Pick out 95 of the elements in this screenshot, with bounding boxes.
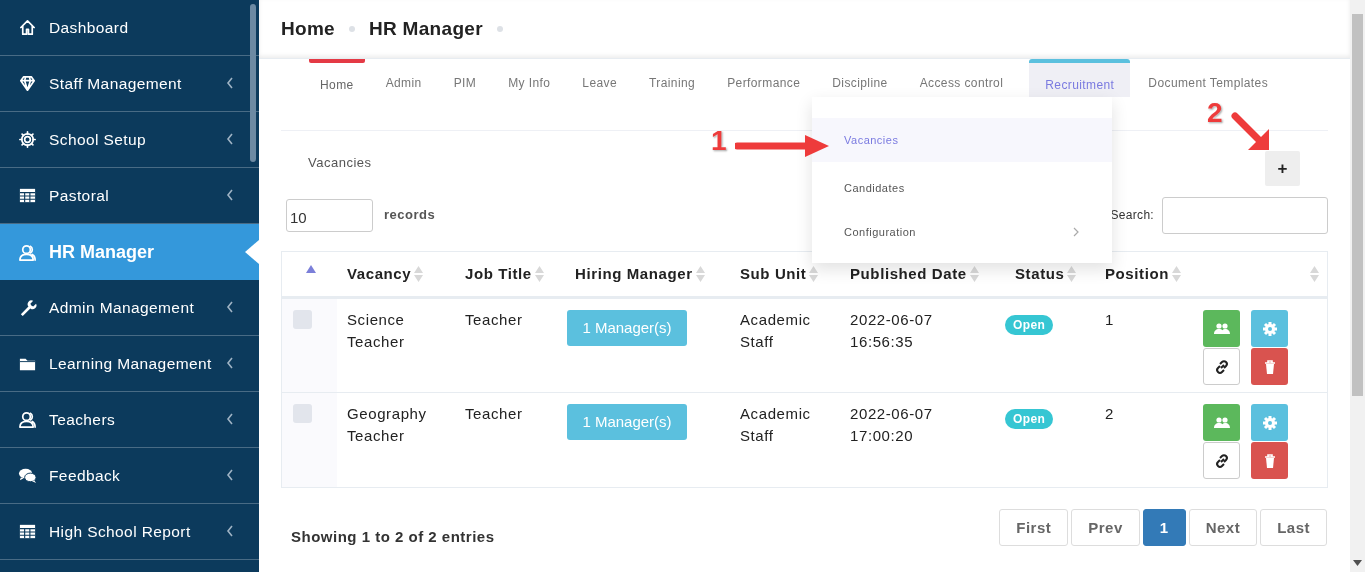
pagination-button[interactable]: 1: [1142, 509, 1186, 547]
search-label: Search:: [1110, 207, 1154, 224]
table-cell-text: 2022-06-07 16:56:35: [850, 310, 934, 352]
table-cell-text: Teacher: [465, 310, 524, 330]
row-checkbox[interactable]: [293, 404, 312, 423]
nav-tab[interactable]: Home: [304, 59, 370, 97]
table-cell-text: 2: [1105, 404, 1115, 424]
sort-icon[interactable]: [695, 266, 705, 282]
settings-icon: [1260, 319, 1279, 338]
pagination-button[interactable]: First: [999, 509, 1069, 547]
active-notch: [245, 240, 259, 264]
chevron-icon: [226, 469, 234, 481]
sidebar-item[interactable]: High School Report: [0, 504, 259, 560]
sort-icon[interactable]: [1310, 266, 1319, 282]
table-cell-text: Academic Staff: [740, 404, 812, 446]
user-icon: [18, 242, 37, 262]
chat-icon: [18, 466, 37, 485]
dropdown-item[interactable]: Configuration: [812, 210, 1112, 254]
user-icon: [18, 410, 37, 429]
chevron-icon: [226, 301, 234, 313]
sort-icon[interactable]: [1067, 266, 1077, 282]
page-length-field[interactable]: 10: [286, 198, 373, 232]
nav-tab[interactable]: Document Templates: [1132, 59, 1285, 97]
sort-icon[interactable]: [534, 266, 544, 282]
dropdown-item[interactable]: Vacancies: [812, 118, 1112, 162]
dropdown-item[interactable]: Candidates: [812, 166, 1112, 210]
scrollbar[interactable]: [1350, 0, 1365, 572]
nav-tab[interactable]: Leave: [566, 59, 634, 97]
scroll-down-arrow-icon[interactable]: [1353, 560, 1362, 566]
table-cell-text: Geography Teacher: [347, 404, 428, 446]
panel-title: Vacancies: [308, 153, 372, 172]
settings-button[interactable]: [1251, 310, 1288, 347]
table-cell-text: 2022-06-07 17:00:20: [850, 404, 934, 446]
chevron-icon: [226, 189, 234, 201]
settings-icon: [1260, 413, 1279, 432]
pagination-button[interactable]: Next: [1188, 509, 1258, 547]
chevron-icon: [226, 133, 234, 145]
grid-icon: [18, 522, 37, 541]
sidebar-item[interactable]: Admin Management: [0, 280, 259, 336]
column-header[interactable]: Published Date: [850, 262, 967, 286]
sort-icon[interactable]: [306, 265, 316, 273]
annotation-number: 2: [1207, 99, 1223, 127]
breadcrumb-item[interactable]: HR Manager: [369, 14, 483, 44]
sidebar-scrollbar[interactable]: [250, 4, 256, 162]
settings-button[interactable]: [1251, 404, 1288, 441]
grid-icon: [18, 186, 37, 205]
column-header[interactable]: Position: [1105, 262, 1169, 286]
table-cell-text: Science Teacher: [347, 310, 406, 352]
wrench-icon: [18, 298, 37, 317]
chevron-icon: [226, 357, 234, 369]
delete-button[interactable]: [1251, 442, 1288, 479]
entries-info: Showing 1 to 2 of 2 entries: [291, 527, 495, 547]
active-tab-indicator: [309, 59, 365, 63]
records-label: records: [384, 206, 436, 225]
chevron-icon: [226, 77, 234, 89]
table-cell-text: Teacher: [465, 404, 524, 424]
pagination-button[interactable]: Last: [1260, 509, 1327, 547]
column-header[interactable]: Status: [1015, 262, 1065, 286]
annotation-number: 1: [711, 127, 727, 155]
column-header[interactable]: Sub Unit: [740, 262, 807, 286]
column-header[interactable]: Hiring Manager: [575, 262, 693, 286]
nav-tab[interactable]: Admin: [369, 59, 438, 97]
search-field[interactable]: [1162, 196, 1328, 234]
home-icon: [18, 18, 37, 37]
chevron-icon: [1073, 227, 1079, 237]
table-cell-text: Academic Staff: [740, 310, 812, 352]
nav-tab[interactable]: Performance: [711, 59, 817, 97]
chevron-icon: [226, 525, 234, 537]
sort-icon[interactable]: [809, 266, 819, 282]
sidebar-item[interactable]: Learning Management: [0, 336, 259, 392]
nav-tab[interactable]: Access control: [903, 59, 1020, 97]
sort-icon[interactable]: [414, 266, 424, 282]
nav-tab[interactable]: My Info: [492, 59, 567, 97]
sort-icon[interactable]: [969, 266, 979, 282]
diamond-icon: [18, 74, 37, 93]
sort-icon[interactable]: [1171, 266, 1181, 282]
column-header[interactable]: Job Title: [465, 262, 532, 286]
nav-tab[interactable]: Discipline: [816, 59, 904, 97]
sidebar-item[interactable]: Feedback: [0, 448, 259, 504]
pagination-button[interactable]: Prev: [1071, 509, 1140, 547]
chevron-icon: [226, 413, 234, 425]
nav-tab[interactable]: PIM: [437, 59, 493, 97]
status-badge: Open: [1005, 409, 1054, 429]
settings-icon: [18, 130, 37, 149]
breadcrumb-item[interactable]: Home: [281, 14, 335, 44]
delete-button[interactable]: [1251, 348, 1288, 385]
row-checkbox[interactable]: [293, 310, 312, 329]
table-cell-text: 1: [1105, 310, 1115, 330]
link-button[interactable]: [1203, 442, 1240, 479]
sidebar-item[interactable]: Teachers: [0, 392, 259, 448]
column-header[interactable]: Vacancy: [347, 262, 412, 286]
status-badge: Open: [1005, 315, 1054, 335]
add-button[interactable]: +: [1265, 151, 1300, 186]
nav-tab[interactable]: Training: [633, 59, 712, 97]
link-button[interactable]: [1203, 348, 1240, 385]
